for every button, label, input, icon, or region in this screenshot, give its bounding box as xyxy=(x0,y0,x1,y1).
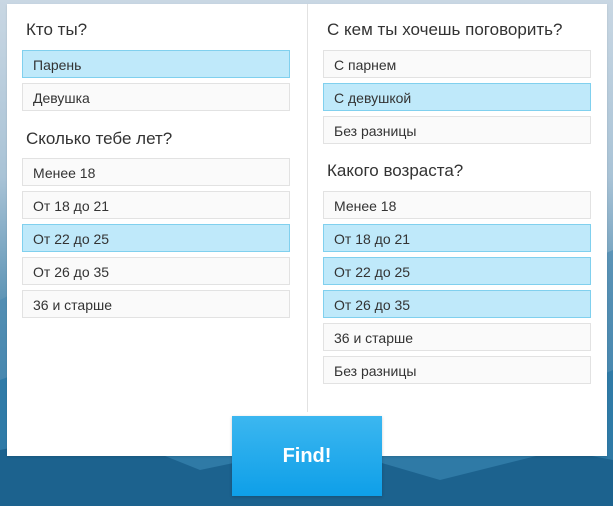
chat-preferences-card: Кто ты? Парень Девушка Сколько тебе лет?… xyxy=(7,4,607,456)
age-question-title: Сколько тебе лет? xyxy=(26,129,173,148)
my-age-option-22-25[interactable]: От 22 до 25 xyxy=(22,224,290,252)
my-age-option-18-21[interactable]: От 18 до 21 xyxy=(22,191,290,219)
partner-gender-option-any[interactable]: Без разницы xyxy=(323,116,591,144)
my-age-option-under-18[interactable]: Менее 18 xyxy=(22,158,290,186)
partner-age-option-26-35[interactable]: От 26 до 35 xyxy=(323,290,591,318)
partner-gender-question-title: С кем ты хочешь поговорить? xyxy=(327,20,563,39)
find-button[interactable]: Find! xyxy=(232,416,382,496)
my-age-option-26-35[interactable]: От 26 до 35 xyxy=(22,257,290,285)
gender-question-title: Кто ты? xyxy=(26,20,88,39)
partner-gender-option-female[interactable]: С девушкой xyxy=(323,83,591,111)
partner-age-option-under-18[interactable]: Менее 18 xyxy=(323,191,591,219)
my-gender-option-male[interactable]: Парень xyxy=(22,50,290,78)
partner-age-option-36-plus[interactable]: 36 и старше xyxy=(323,323,591,351)
partner-gender-option-male[interactable]: С парнем xyxy=(323,50,591,78)
partner-age-option-any[interactable]: Без разницы xyxy=(323,356,591,384)
partner-age-option-22-25[interactable]: От 22 до 25 xyxy=(323,257,591,285)
column-divider xyxy=(307,4,308,412)
partner-age-option-18-21[interactable]: От 18 до 21 xyxy=(323,224,591,252)
my-gender-option-female[interactable]: Девушка xyxy=(22,83,290,111)
my-age-option-36-plus[interactable]: 36 и старше xyxy=(22,290,290,318)
partner-age-question-title: Какого возраста? xyxy=(327,161,464,180)
